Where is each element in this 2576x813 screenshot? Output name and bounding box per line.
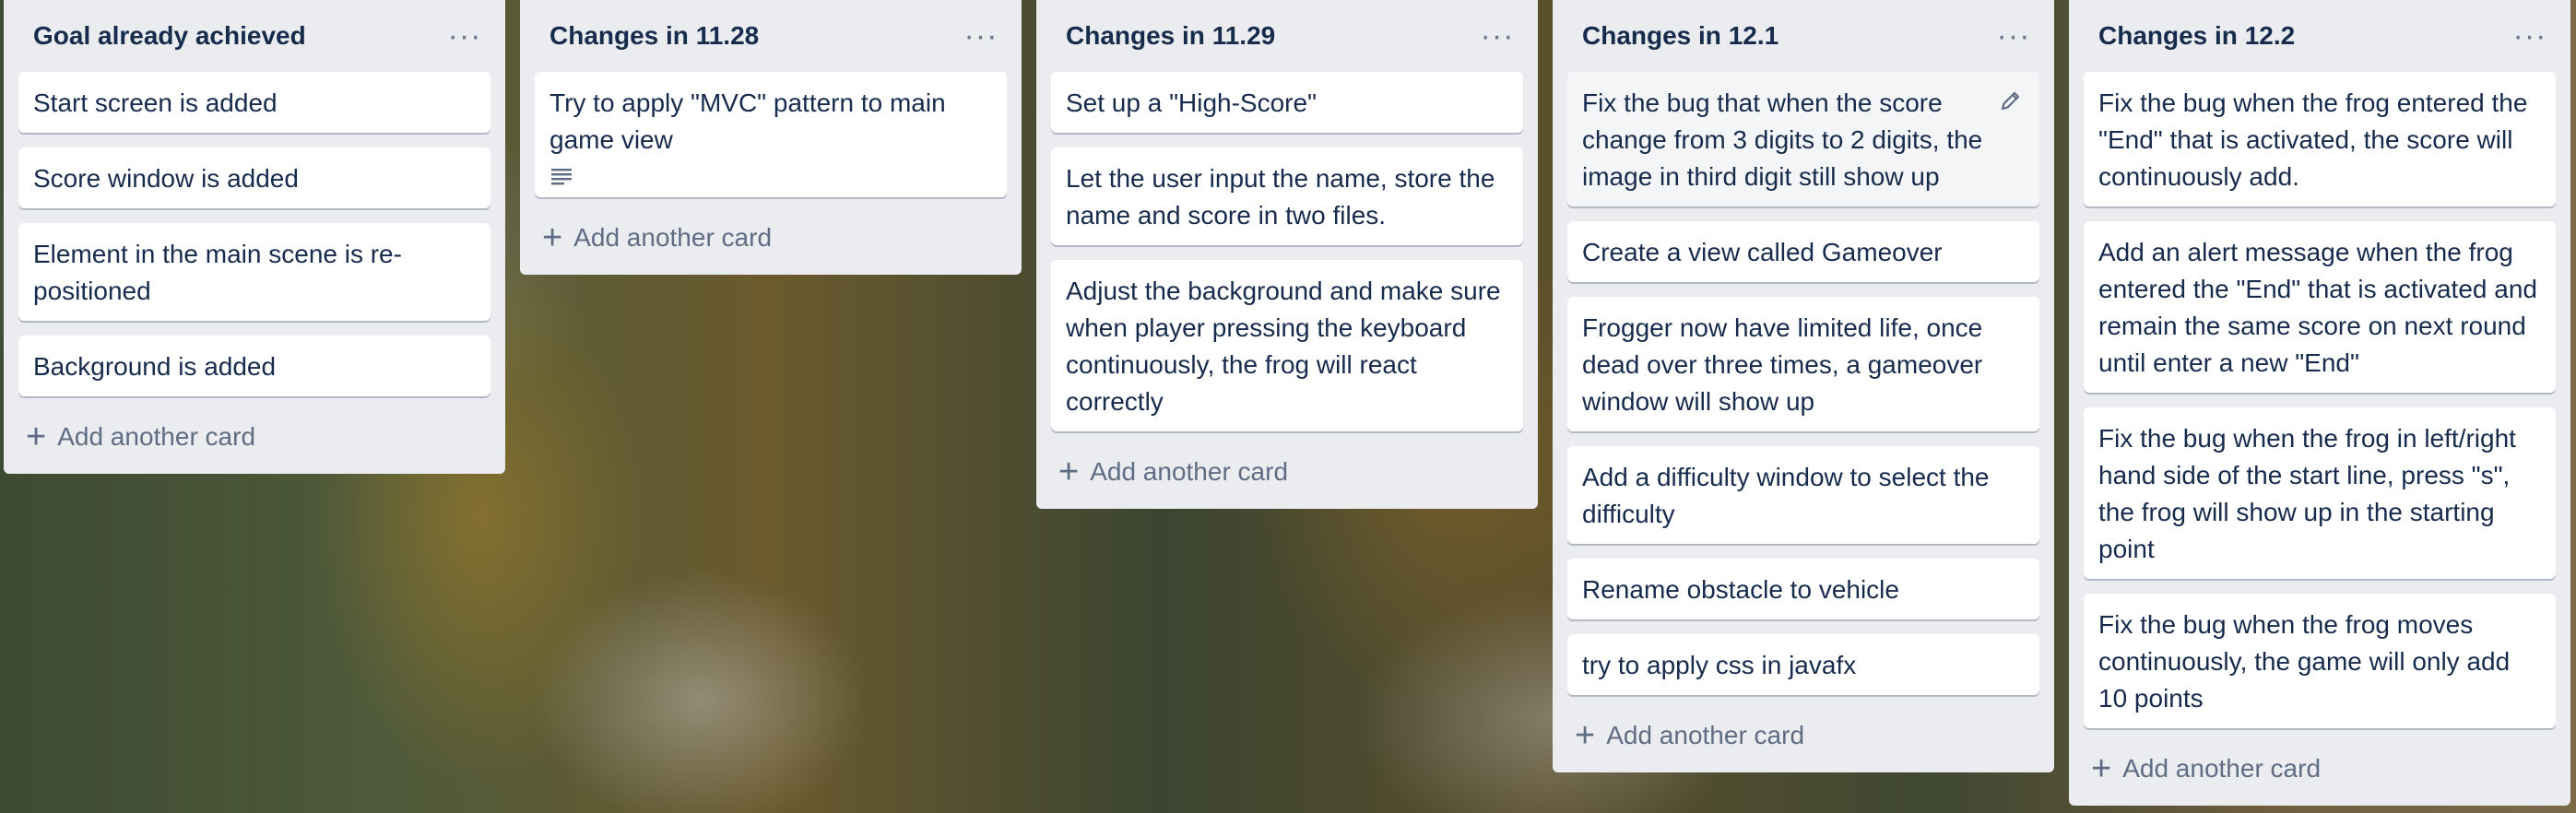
more-horizontal-icon[interactable]: ···	[444, 16, 485, 56]
add-card-button[interactable]: + Add another card	[2084, 743, 2556, 795]
card-title: Fix the bug when the frog in left/right …	[2098, 424, 2516, 563]
add-card-button[interactable]: + Add another card	[535, 212, 1007, 264]
list-header[interactable]: Goal already achieved ···	[18, 0, 490, 72]
add-card-label: Add another card	[573, 223, 773, 252]
card-title: Element in the main scene is re-position…	[33, 240, 402, 305]
add-card-label: Add another card	[2122, 754, 2322, 783]
list-header[interactable]: Changes in 12.1 ···	[1567, 0, 2039, 72]
card-title: Let the user input the name, store the n…	[1066, 164, 1495, 230]
card[interactable]: Element in the main scene is re-position…	[18, 223, 490, 321]
card-title: Fix the bug that when the score change f…	[1582, 88, 1983, 191]
pencil-icon[interactable]	[1999, 88, 2023, 112]
card[interactable]: Fix the bug when the frog moves continuo…	[2084, 594, 2556, 728]
card-title: Try to apply "MVC" pattern to main game …	[549, 88, 946, 154]
card[interactable]: Rename obstacle to vehicle	[1567, 559, 2039, 619]
list-changes-12-1: Changes in 12.1 ··· Fix the bug that whe…	[1553, 0, 2054, 772]
card[interactable]: Fix the bug that when the score change f…	[1567, 72, 2039, 206]
add-card-button[interactable]: + Add another card	[1567, 710, 2039, 761]
plus-icon: +	[2091, 749, 2112, 788]
card-title: Score window is added	[33, 164, 299, 193]
card[interactable]: Add an alert message when the frog enter…	[2084, 221, 2556, 393]
card[interactable]: Score window is added	[18, 147, 490, 208]
card[interactable]: Fix the bug when the frog in left/right …	[2084, 407, 2556, 579]
card[interactable]: Fix the bug when the frog entered the "E…	[2084, 72, 2556, 206]
card-title: try to apply css in javafx	[1582, 651, 1857, 679]
card[interactable]: Set up a "High-Score"	[1051, 72, 1523, 133]
card-title: Set up a "High-Score"	[1066, 88, 1318, 117]
more-horizontal-icon[interactable]: ···	[1993, 16, 2034, 56]
list-changes-11-28: Changes in 11.28 ··· Try to apply "MVC" …	[520, 0, 1022, 275]
card-title: Rename obstacle to vehicle	[1582, 575, 1899, 604]
plus-icon: +	[1058, 453, 1080, 491]
card[interactable]: Background is added	[18, 336, 490, 396]
plus-icon: +	[1575, 716, 1596, 755]
add-card-label: Add another card	[1090, 457, 1289, 486]
card-title: Create a view called Gameover	[1582, 238, 1943, 266]
card-title: Frogger now have limited life, once dead…	[1582, 313, 1983, 416]
more-horizontal-icon[interactable]: ···	[1477, 16, 1518, 56]
description-lines-icon	[551, 169, 572, 185]
card[interactable]: Frogger now have limited life, once dead…	[1567, 297, 2039, 431]
list-title[interactable]: Changes in 12.1	[1582, 21, 1778, 51]
card[interactable]: Adjust the background and make sure when…	[1051, 260, 1523, 431]
card-title: Fix the bug when the frog entered the "E…	[2098, 88, 2528, 191]
more-horizontal-icon[interactable]: ···	[2510, 16, 2550, 56]
card-title: Start screen is added	[33, 88, 278, 117]
list-changes-11-29: Changes in 11.29 ··· Set up a "High-Scor…	[1036, 0, 1538, 509]
list-header[interactable]: Changes in 11.29 ···	[1051, 0, 1523, 72]
card-title: Add a difficulty window to select the di…	[1582, 463, 1990, 528]
list-title[interactable]: Goal already achieved	[33, 21, 306, 51]
plus-icon: +	[542, 218, 563, 257]
add-card-label: Add another card	[1606, 721, 1805, 749]
more-horizontal-icon[interactable]: ···	[961, 16, 1001, 56]
list-header[interactable]: Changes in 12.2 ···	[2084, 0, 2556, 72]
list-title[interactable]: Changes in 12.2	[2098, 21, 2295, 51]
card[interactable]: Try to apply "MVC" pattern to main game …	[535, 72, 1007, 197]
list-header[interactable]: Changes in 11.28 ···	[535, 0, 1007, 72]
card[interactable]: Start screen is added	[18, 72, 490, 133]
card[interactable]: Let the user input the name, store the n…	[1051, 147, 1523, 245]
card[interactable]: Create a view called Gameover	[1567, 221, 2039, 282]
board: Goal already achieved ··· Start screen i…	[0, 0, 2576, 813]
add-card-button[interactable]: + Add another card	[18, 411, 490, 463]
card[interactable]: try to apply css in javafx	[1567, 634, 2039, 695]
card[interactable]: Add a difficulty window to select the di…	[1567, 446, 2039, 544]
card-title: Background is added	[33, 352, 277, 381]
card-title: Add an alert message when the frog enter…	[2098, 238, 2537, 377]
add-card-button[interactable]: + Add another card	[1051, 446, 1523, 498]
card-title: Adjust the background and make sure when…	[1066, 277, 1501, 416]
list-goal-already-achieved: Goal already achieved ··· Start screen i…	[4, 0, 505, 474]
card-title: Fix the bug when the frog moves continuo…	[2098, 610, 2511, 713]
list-changes-12-2: Changes in 12.2 ··· Fix the bug when the…	[2069, 0, 2570, 806]
list-title[interactable]: Changes in 11.28	[549, 21, 759, 51]
plus-icon: +	[26, 418, 47, 456]
add-card-label: Add another card	[57, 422, 256, 451]
list-title[interactable]: Changes in 11.29	[1066, 21, 1275, 51]
